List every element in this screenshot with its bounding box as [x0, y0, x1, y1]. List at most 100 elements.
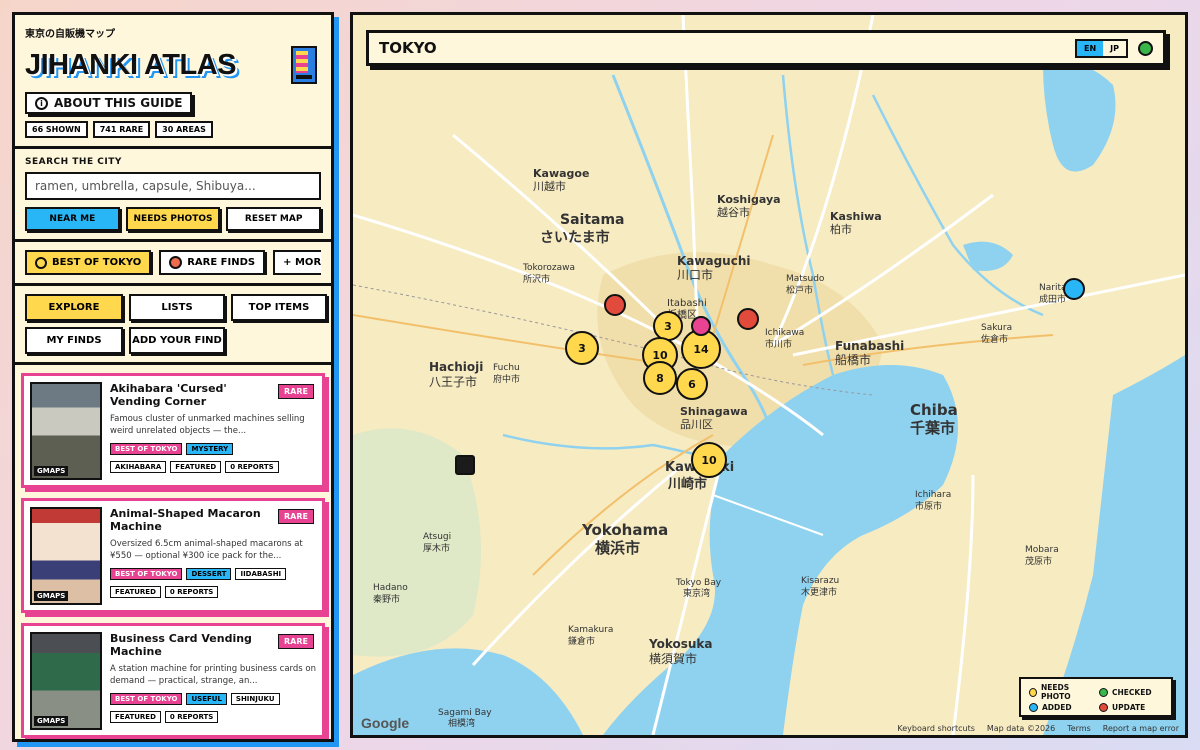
place-label: Chiba: [910, 401, 958, 419]
filter-best-of-tokyo[interactable]: BEST OF TOKYO: [25, 250, 152, 275]
nav-top-items[interactable]: TOP ITEMS: [231, 294, 327, 321]
legend-dot-icon: [1099, 703, 1108, 712]
place-label: 鎌倉市: [568, 635, 595, 647]
list-item[interactable]: GMAPS Business Card Vending Machine A st…: [21, 623, 325, 738]
rare-badge: RARE: [278, 509, 314, 524]
filter-rare-finds[interactable]: RARE FINDS: [159, 250, 266, 275]
legend-dot-icon: [1099, 687, 1108, 697]
card-desc: Famous cluster of unmarked machines sell…: [110, 414, 305, 436]
nav-explore[interactable]: EXPLORE: [25, 294, 123, 321]
keyboard-shortcuts-link[interactable]: Keyboard shortcuts: [897, 724, 974, 733]
legend-label: CHECKED: [1112, 687, 1152, 697]
nav-lists[interactable]: LISTS: [129, 294, 225, 321]
rare-pin[interactable]: [691, 316, 711, 336]
cluster-pin[interactable]: 6: [676, 368, 708, 400]
place-label: 厚木市: [423, 542, 450, 554]
legend-dot-icon: [1029, 703, 1038, 712]
place-label: Mobara: [1025, 545, 1059, 555]
place-label: さいたま市: [540, 229, 610, 246]
place-label: Shinagawa: [680, 405, 748, 418]
place-label: Tokyo Bay: [675, 578, 722, 588]
place-label: 市川市: [765, 338, 792, 350]
place-label: 成田市: [1039, 293, 1066, 305]
chip-category: MYSTERY: [186, 443, 234, 455]
report-error-link[interactable]: Report a map error: [1103, 724, 1179, 733]
chip-featured: FEATURED: [110, 586, 161, 598]
place-label: 相模湾: [448, 717, 475, 729]
vending-machine-icon: [291, 46, 317, 84]
search-label: SEARCH THE CITY: [25, 157, 122, 167]
search-input[interactable]: [25, 172, 321, 200]
about-guide-label: ABOUT THIS GUIDE: [54, 96, 183, 110]
needs-photos-button[interactable]: NEEDS PHOTOS: [125, 207, 221, 231]
nav-section: EXPLORE LISTS TOP ITEMS MY FINDS ADD YOU…: [15, 286, 331, 365]
cluster-pin[interactable]: 3: [565, 331, 599, 365]
place-label: Itabashi: [667, 298, 707, 309]
map-top-bar: TOKYO EN JP: [366, 30, 1166, 66]
place-label: 越谷市: [717, 205, 750, 219]
jp-title: 東京の自販機マップ: [25, 29, 115, 40]
place-label: Yokohama: [581, 521, 668, 539]
rare-icon: [169, 256, 183, 269]
place-label: 府中市: [493, 373, 520, 385]
place-label: 横須賀市: [649, 651, 697, 666]
sidebar: 東京の自販機マップ JIHANKI ATLAS i ABOUT THIS GUI…: [12, 12, 334, 742]
place-label: 所沢市: [523, 273, 550, 285]
filter-rare-label: RARE FINDS: [187, 257, 256, 268]
special-pin[interactable]: [455, 455, 475, 475]
place-label: 柏市: [830, 222, 852, 236]
place-label: 品川区: [680, 418, 713, 431]
place-label: Atsugi: [423, 532, 451, 542]
legend-update: UPDATE: [1099, 703, 1163, 712]
place-label: 横浜市: [595, 539, 640, 557]
lang-jp-button[interactable]: JP: [1103, 41, 1126, 56]
added-pin[interactable]: [1063, 278, 1085, 300]
place-label: Ichihara: [915, 490, 951, 500]
chip-area: IIDABASHI: [235, 568, 287, 580]
place-label: Ichikawa: [765, 328, 804, 338]
reset-map-button[interactable]: RESET MAP: [226, 207, 322, 231]
place-label: 八王子市: [429, 374, 477, 389]
place-label: 佐倉市: [981, 333, 1008, 345]
list-item[interactable]: GMAPS Akihabara 'Cursed' Vending Corner …: [21, 373, 325, 488]
list-item[interactable]: GMAPS Animal-Shaped Macaron Machine Over…: [21, 498, 325, 613]
legend-checked: CHECKED: [1099, 683, 1163, 701]
place-label: Matsudo: [786, 274, 825, 284]
google-logo: Google: [361, 715, 410, 731]
filter-best-label: BEST OF TOKYO: [52, 257, 142, 268]
chip-reports: 0 REPORTS: [164, 586, 219, 598]
chip-area: AKIHABARA: [110, 461, 167, 473]
cluster-pin[interactable]: 8: [643, 361, 677, 395]
update-pin[interactable]: [604, 294, 626, 316]
language-toggle[interactable]: EN JP: [1074, 38, 1128, 58]
header-section: 東京の自販機マップ JIHANKI ATLAS i ABOUT THIS GUI…: [15, 15, 331, 149]
place-label: Kamakura: [568, 625, 613, 635]
nav-add-your-find[interactable]: ADD YOUR FIND: [129, 327, 225, 354]
map-canvas[interactable]: Saitama さいたま市 Chiba 千葉市 Yokohama 横浜市 Kaw…: [353, 15, 1185, 735]
place-label: Saitama: [560, 212, 625, 228]
chip-featured: FEATURED: [110, 711, 161, 723]
place-label: 船橋市: [835, 352, 871, 367]
place-label: Kawagoe: [533, 167, 589, 180]
place-label: 木更津市: [801, 586, 837, 598]
place-label: Sagami Bay: [438, 708, 492, 718]
lang-en-button[interactable]: EN: [1076, 40, 1104, 56]
place-label: 東京湾: [683, 587, 710, 599]
map-panel[interactable]: Saitama さいたま市 Chiba 千葉市 Yokohama 横浜市 Kaw…: [350, 12, 1188, 738]
place-label: Fuchu: [493, 363, 520, 373]
about-guide-button[interactable]: i ABOUT THIS GUIDE: [25, 92, 193, 114]
chip-category: USEFUL: [186, 693, 227, 705]
update-pin[interactable]: [737, 308, 759, 330]
place-label: 川越市: [533, 179, 566, 193]
place-label: Tokorozawa: [522, 263, 575, 273]
place-label: 茂原市: [1025, 555, 1052, 567]
terms-link[interactable]: Terms: [1067, 724, 1091, 733]
cluster-pin[interactable]: 10: [691, 442, 727, 478]
chip-best: BEST OF TOKYO: [110, 693, 183, 705]
card-photo: GMAPS: [30, 632, 102, 730]
near-me-button[interactable]: NEAR ME: [25, 207, 120, 231]
nav-my-finds[interactable]: MY FINDS: [25, 327, 123, 354]
card-list: GMAPS Akihabara 'Cursed' Vending Corner …: [15, 365, 331, 738]
filter-more[interactable]: + MORE FI: [273, 250, 321, 275]
filter-tags-section: BEST OF TOKYO RARE FINDS + MORE FI: [15, 242, 331, 286]
